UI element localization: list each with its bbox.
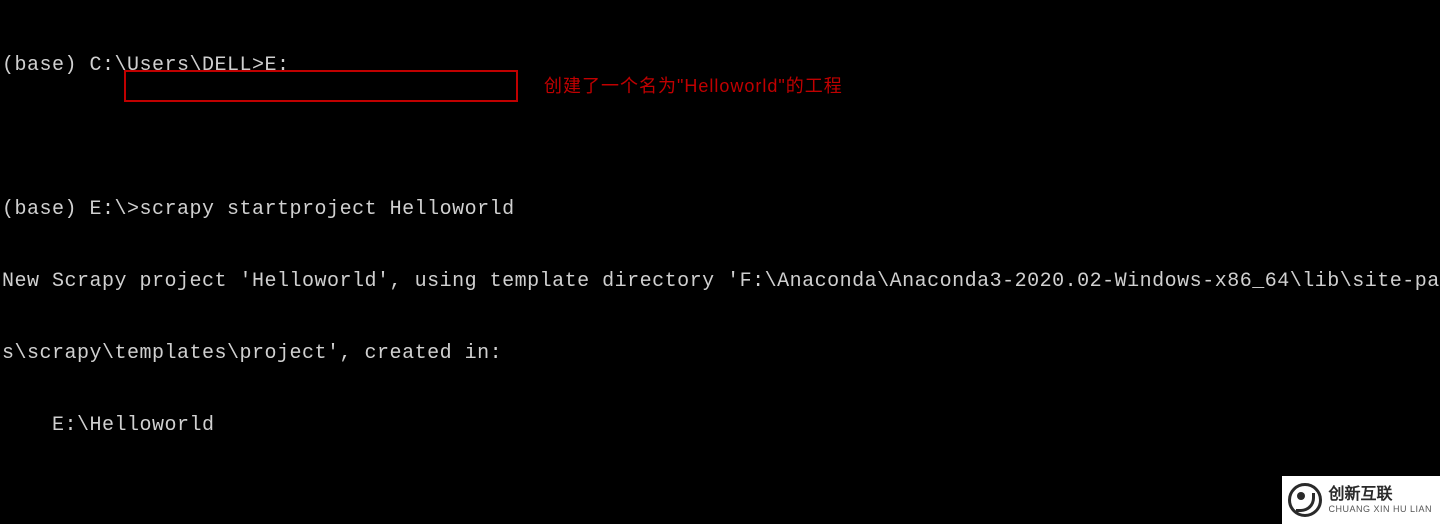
watermark: 创新互联 CHUANG XIN HU LIAN [1282, 476, 1440, 524]
watermark-title: 创新互联 [1328, 486, 1432, 504]
terminal-line: E:\Helloworld [2, 414, 1438, 438]
terminal-line [2, 126, 1438, 150]
terminal-line [2, 486, 1438, 510]
terminal-line: New Scrapy project 'Helloworld', using t… [2, 270, 1438, 294]
watermark-logo-icon [1288, 483, 1322, 517]
watermark-subtitle: CHUANG XIN HU LIAN [1328, 504, 1432, 515]
command-text: scrapy startproject Helloworld [140, 198, 515, 221]
command-text: E: [265, 54, 290, 77]
annotation-text: 创建了一个名为"Helloworld"的工程 [544, 74, 843, 98]
prompt: (base) E:\> [2, 198, 140, 221]
terminal-line: (base) E:\>scrapy startproject Helloworl… [2, 198, 1438, 222]
prompt: (base) C:\Users\DELL> [2, 54, 265, 77]
terminal-line: s\scrapy\templates\project', created in: [2, 342, 1438, 366]
